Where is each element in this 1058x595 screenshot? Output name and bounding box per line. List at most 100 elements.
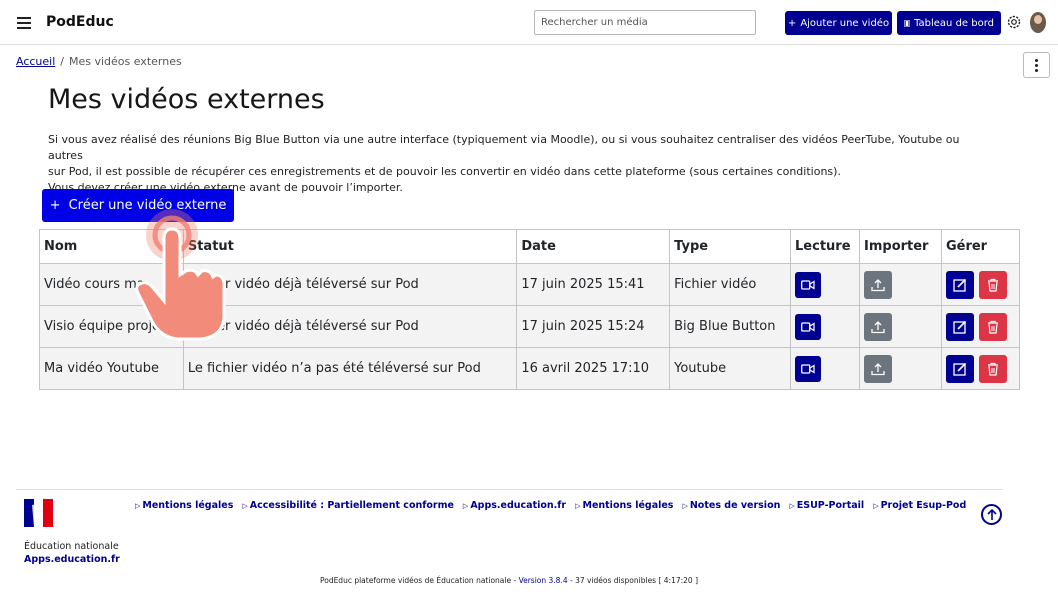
footer-bottom-suffix: - 37 vidéos disponibles [ 4:17:20 ] bbox=[567, 576, 699, 585]
import-video-button[interactable] bbox=[864, 354, 892, 383]
edit-icon bbox=[953, 320, 967, 334]
edit-button[interactable] bbox=[945, 312, 974, 341]
plus-icon: + bbox=[787, 17, 797, 29]
cell-statut: Le fichier vidéo n’a pas été téléversé s… bbox=[182, 347, 518, 390]
cell-statut: Fichier vidéo déjà téléversé sur Pod bbox=[182, 263, 518, 306]
footer-bottom-prefix: PodEduc plateforme vidéos de Éducation n… bbox=[319, 576, 519, 585]
edit-icon bbox=[953, 278, 967, 292]
trash-icon bbox=[987, 362, 998, 376]
import-video-button[interactable] bbox=[864, 312, 892, 341]
footer-bottom-line: PodEduc plateforme vidéos de Éducation n… bbox=[0, 576, 1018, 585]
trash-icon bbox=[987, 278, 998, 292]
cell-date: 17 juin 2025 15:24 bbox=[516, 305, 671, 348]
breadcrumb-home-link[interactable]: Accueil bbox=[16, 55, 55, 68]
cell-nom: Ma vidéo Youtube bbox=[39, 347, 184, 390]
search-input[interactable] bbox=[534, 10, 756, 35]
play-video-button[interactable] bbox=[795, 313, 822, 340]
plus-icon: + bbox=[49, 198, 61, 213]
cell-statut: Fichier vidéo déjà téléversé sur Pod bbox=[182, 305, 518, 348]
upload-icon bbox=[871, 362, 885, 375]
cell-gerer bbox=[940, 263, 1021, 306]
gear-icon[interactable] bbox=[1006, 14, 1022, 30]
kebab-menu-button[interactable] bbox=[1023, 52, 1050, 78]
column-header-importer: Importer bbox=[859, 229, 942, 264]
add-video-label: Ajouter une vidéo bbox=[800, 17, 890, 29]
trash-icon bbox=[987, 320, 998, 334]
version-link[interactable]: Version 3.8.4 bbox=[519, 576, 568, 585]
cell-lecture bbox=[790, 305, 860, 348]
edit-icon bbox=[953, 362, 967, 376]
video-camera-icon bbox=[801, 363, 815, 374]
column-header-nom: Nom bbox=[39, 229, 184, 264]
page-title: Mes vidéos externes bbox=[48, 84, 325, 115]
create-external-video-button[interactable]: + Créer une vidéo externe bbox=[42, 189, 234, 222]
video-camera-icon bbox=[801, 321, 815, 332]
footer-link-esup-pod[interactable]: Projet Esup-Pod bbox=[873, 500, 967, 511]
import-video-button[interactable] bbox=[864, 270, 892, 299]
cell-importer bbox=[859, 305, 942, 348]
delete-button[interactable] bbox=[978, 354, 1007, 383]
add-video-button[interactable]: + Ajouter une vidéo bbox=[785, 11, 892, 35]
create-button-label: Créer une vidéo externe bbox=[68, 198, 227, 213]
cell-lecture bbox=[790, 263, 860, 306]
footer-link-accessibilite[interactable]: Accessibilité : Partiellement conforme bbox=[242, 500, 454, 511]
table-row: Visio équipe proje Fichier vidéo déjà té… bbox=[39, 305, 1021, 348]
play-video-button[interactable] bbox=[795, 271, 822, 298]
footer-link-apps-education[interactable]: Apps.education.fr bbox=[463, 500, 566, 511]
cell-lecture bbox=[790, 347, 860, 390]
upload-icon bbox=[871, 278, 885, 291]
delete-button[interactable] bbox=[978, 270, 1007, 299]
cell-importer bbox=[859, 347, 942, 390]
edit-button[interactable] bbox=[945, 354, 974, 383]
marianne-flag-icon bbox=[24, 499, 53, 527]
upload-icon bbox=[871, 320, 885, 333]
cell-nom: Vidéo cours ma bbox=[39, 263, 184, 306]
footer-org: Éducation nationale Apps.education.fr bbox=[24, 540, 120, 566]
breadcrumb-current: Mes vidéos externes bbox=[69, 55, 182, 68]
footer-link-esup-portail[interactable]: ESUP-Portail bbox=[789, 500, 864, 511]
column-header-date: Date bbox=[516, 229, 671, 264]
footer-link-release-notes[interactable]: Notes de version bbox=[682, 500, 781, 511]
hamburger-icon[interactable] bbox=[17, 17, 31, 29]
column-header-lecture: Lecture bbox=[790, 229, 860, 264]
footer-divider bbox=[16, 489, 1003, 490]
footer-org-name: Éducation nationale bbox=[24, 541, 119, 552]
cell-importer bbox=[859, 263, 942, 306]
delete-button[interactable] bbox=[978, 312, 1007, 341]
breadcrumb: Accueil / Mes vidéos externes bbox=[16, 55, 182, 68]
cell-nom: Visio équipe proje bbox=[39, 305, 184, 348]
intro-line: Si vous avez réalisé des réunions Big Bl… bbox=[48, 133, 960, 162]
dashboard-label: Tableau de bord bbox=[914, 17, 994, 29]
edit-button[interactable] bbox=[945, 270, 974, 299]
external-videos-table: Nom Statut Date Type Lecture Importer Gé… bbox=[39, 229, 1021, 390]
footer-org-site[interactable]: Apps.education.fr bbox=[24, 554, 120, 565]
brand-logo[interactable]: PodEduc bbox=[46, 14, 114, 30]
top-navbar: PodEduc + Ajouter une vidéo Tableau de b… bbox=[0, 0, 1058, 45]
table-header-row: Nom Statut Date Type Lecture Importer Gé… bbox=[39, 229, 1021, 264]
table-row: Vidéo cours ma Fichier vidéo déjà téléve… bbox=[39, 263, 1021, 306]
play-video-button[interactable] bbox=[795, 355, 822, 382]
dashboard-button[interactable]: Tableau de bord bbox=[897, 11, 1001, 35]
column-header-type: Type bbox=[669, 229, 792, 264]
cell-type: Fichier vidéo bbox=[669, 263, 792, 306]
table-row: Ma vidéo Youtube Le fichier vidéo n’a pa… bbox=[39, 347, 1021, 390]
cell-date: 17 juin 2025 15:41 bbox=[516, 263, 671, 306]
arrow-up-icon bbox=[986, 508, 997, 520]
column-header-gerer: Gérer bbox=[940, 229, 1021, 264]
footer-link-mentions[interactable]: Mentions légales bbox=[135, 500, 233, 511]
page-intro: Si vous avez réalisé des réunions Big Bl… bbox=[48, 132, 978, 196]
footer-link-mentions-2[interactable]: Mentions légales bbox=[575, 500, 673, 511]
film-icon bbox=[904, 19, 911, 27]
cell-type: Big Blue Button bbox=[669, 305, 792, 348]
intro-line: sur Pod, il est possible de récupérer ce… bbox=[48, 165, 841, 178]
avatar[interactable] bbox=[1030, 12, 1046, 33]
cell-gerer bbox=[940, 305, 1021, 348]
cell-type: Youtube bbox=[669, 347, 792, 390]
cell-date: 16 avril 2025 17:10 bbox=[516, 347, 671, 390]
video-camera-icon bbox=[801, 279, 815, 290]
breadcrumb-separator: / bbox=[60, 55, 64, 68]
footer-links: Mentions légales Accessibilité : Partiel… bbox=[135, 500, 966, 511]
column-header-statut: Statut bbox=[182, 229, 518, 264]
cell-gerer bbox=[940, 347, 1021, 390]
scroll-top-button[interactable] bbox=[981, 504, 1002, 525]
